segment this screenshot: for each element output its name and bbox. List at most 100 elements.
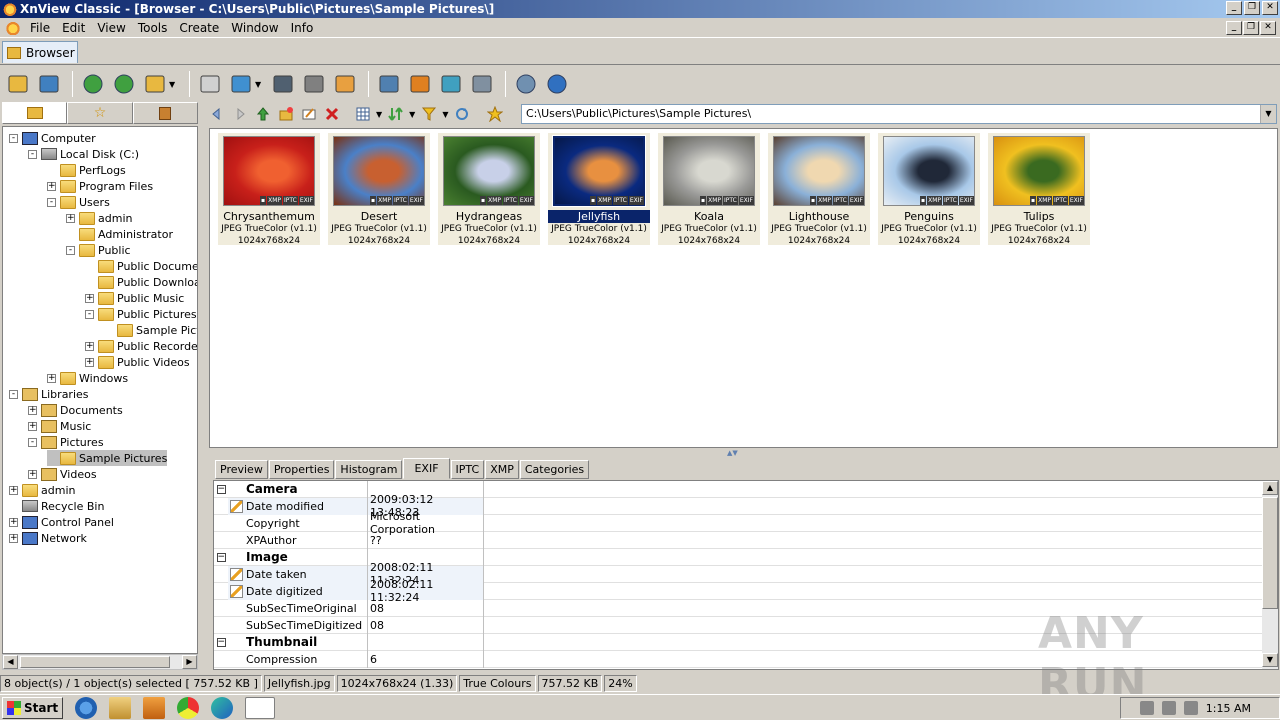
- tree-node[interactable]: + Documents: [28, 402, 123, 418]
- file-explorer-icon[interactable]: [109, 696, 132, 719]
- edit-pencil-icon[interactable]: [230, 584, 243, 598]
- collapse-icon[interactable]: -: [9, 389, 18, 399]
- view-mode-dropdown-icon[interactable]: ▼: [376, 110, 382, 119]
- row-expander[interactable]: −: [214, 549, 228, 566]
- chrome-icon[interactable]: [177, 696, 200, 719]
- tree-node[interactable]: - Libraries: [9, 386, 89, 402]
- tab-histogram[interactable]: Histogram: [335, 460, 403, 479]
- mdi-close-button[interactable]: ✕: [1260, 21, 1276, 35]
- print-icon[interactable]: [300, 70, 328, 98]
- scroll-left-arrow[interactable]: ◀: [3, 655, 18, 669]
- row-expander[interactable]: −: [214, 634, 228, 651]
- export-dropdown-icon[interactable]: ▼: [169, 80, 177, 89]
- collapse-icon[interactable]: -: [28, 437, 37, 447]
- tree-node[interactable]: Sample Pictures: [104, 322, 197, 338]
- menu-view[interactable]: View: [91, 21, 131, 35]
- exif-row[interactable]: Copyright Microsoft Corporation: [214, 510, 1264, 536]
- restore-button[interactable]: ❐: [1244, 1, 1260, 15]
- scroll-down-arrow[interactable]: ▼: [1262, 653, 1278, 667]
- thumbnail-item[interactable]: ▪ XMP IPTC EXIF Penguins JPEG TrueColor (v1.1…: [878, 133, 980, 246]
- settings-icon[interactable]: [512, 70, 540, 98]
- properties-icon[interactable]: [196, 70, 224, 98]
- edit-pencil-icon[interactable]: [230, 567, 243, 581]
- thumbnail-item[interactable]: ▪ XMP IPTC EXIF Koala JPEG TrueColor (v1.1) 10…: [658, 133, 760, 246]
- scroll-thumb[interactable]: [20, 656, 170, 668]
- filter-button[interactable]: [419, 104, 439, 124]
- tree-node[interactable]: Public Downloads: [85, 274, 197, 290]
- thumbnail-item[interactable]: ▪ XMP IPTC EXIF Desert JPEG TrueColor (v1.1) 1…: [328, 133, 430, 246]
- tab-catalog[interactable]: [132, 102, 198, 124]
- expand-icon[interactable]: +: [9, 517, 18, 527]
- parent-folder-button[interactable]: [253, 104, 273, 124]
- internet-explorer-icon[interactable]: [75, 696, 98, 719]
- tree-node[interactable]: Recycle Bin: [9, 498, 104, 514]
- view-mode-button[interactable]: [353, 104, 373, 124]
- collapse-icon[interactable]: -: [9, 133, 18, 143]
- convert-icon[interactable]: [227, 70, 255, 98]
- tree-horizontal-scrollbar[interactable]: ◀ ▶: [2, 654, 198, 670]
- expand-icon[interactable]: +: [85, 293, 94, 303]
- network-icon[interactable]: [1161, 701, 1176, 715]
- tree-node[interactable]: + Public Videos: [85, 354, 190, 370]
- tree-node[interactable]: + Public Recorded TV: [85, 338, 197, 354]
- tab-iptc[interactable]: IPTC: [450, 460, 485, 479]
- menu-edit[interactable]: Edit: [56, 21, 91, 35]
- menu-info[interactable]: Info: [285, 21, 320, 35]
- thumbnail-item[interactable]: ▪ XMP IPTC EXIF Tulips JPEG TrueColor (v1.1) 1…: [988, 133, 1090, 246]
- tree-node[interactable]: - Pictures: [28, 434, 104, 450]
- tab-properties[interactable]: Properties: [268, 460, 335, 479]
- slideshow-icon[interactable]: [331, 70, 359, 98]
- edge-icon[interactable]: [211, 696, 234, 719]
- collapse-icon[interactable]: −: [216, 637, 226, 647]
- web-icon[interactable]: [437, 70, 465, 98]
- delete-button[interactable]: [322, 104, 342, 124]
- export-icon[interactable]: [141, 70, 169, 98]
- tree-node[interactable]: Administrator: [66, 226, 173, 242]
- expand-icon[interactable]: +: [66, 213, 75, 223]
- expand-icon[interactable]: +: [85, 357, 94, 367]
- grid-icon[interactable]: [468, 70, 496, 98]
- media-player-icon[interactable]: [143, 696, 166, 719]
- tree-node[interactable]: + Network: [9, 530, 87, 546]
- thumbnail-item[interactable]: ▪ XMP IPTC EXIF Jellyfish JPEG TrueColor (v1.…: [548, 133, 650, 246]
- edit-pencil-icon[interactable]: [230, 499, 243, 513]
- favorites-star-button[interactable]: [485, 104, 505, 124]
- forward-button[interactable]: [230, 104, 250, 124]
- expand-icon[interactable]: +: [28, 421, 37, 431]
- collapse-icon[interactable]: -: [66, 245, 75, 255]
- collapse-icon[interactable]: -: [28, 149, 37, 159]
- new-folder-button[interactable]: [276, 104, 296, 124]
- xnview-taskbar-button[interactable]: [245, 696, 276, 719]
- thumbnail-item[interactable]: ▪ XMP IPTC EXIF Hydrangeas JPEG TrueColor (v1…: [438, 133, 540, 246]
- tree-node[interactable]: + Program Files: [47, 178, 153, 194]
- exif-vertical-scrollbar[interactable]: ▲ ▼: [1262, 481, 1278, 669]
- tree-node[interactable]: - Users: [47, 194, 110, 210]
- convert-dropdown-icon[interactable]: ▼: [255, 80, 263, 89]
- row-expander[interactable]: −: [214, 481, 228, 498]
- tab-folders[interactable]: [2, 102, 68, 124]
- expand-icon[interactable]: +: [9, 485, 18, 495]
- find-icon[interactable]: [269, 70, 297, 98]
- filter-dropdown-icon[interactable]: ▼: [442, 110, 448, 119]
- clock[interactable]: 1:15 AM: [1206, 702, 1251, 715]
- volume-icon[interactable]: [1139, 701, 1154, 715]
- tree-node[interactable]: Sample Pictures: [47, 450, 168, 466]
- expand-icon[interactable]: +: [28, 405, 37, 415]
- thumbnail-item[interactable]: ▪ XMP IPTC EXIF Lighthouse JPEG TrueColor (v1…: [768, 133, 870, 246]
- tree-node[interactable]: PerfLogs: [47, 162, 126, 178]
- fullscreen-icon[interactable]: [35, 70, 63, 98]
- address-bar[interactable]: C:\Users\Public\Pictures\Sample Pictures…: [521, 104, 1277, 124]
- rename-button[interactable]: [299, 104, 319, 124]
- capture-icon[interactable]: [375, 70, 403, 98]
- menu-create[interactable]: Create: [173, 21, 225, 35]
- refresh-button[interactable]: [452, 104, 472, 124]
- tree-node[interactable]: + Control Panel: [9, 514, 114, 530]
- tree-node[interactable]: + Music: [28, 418, 91, 434]
- mdi-restore-button[interactable]: ❐: [1243, 21, 1259, 35]
- tree-node[interactable]: + admin: [66, 210, 132, 226]
- close-button[interactable]: ✕: [1262, 1, 1278, 15]
- wallpaper-icon[interactable]: [406, 70, 434, 98]
- tree-node[interactable]: Public Documents: [85, 258, 197, 274]
- collapse-icon[interactable]: −: [216, 552, 226, 562]
- horizontal-splitter[interactable]: ▲▼: [207, 448, 1280, 457]
